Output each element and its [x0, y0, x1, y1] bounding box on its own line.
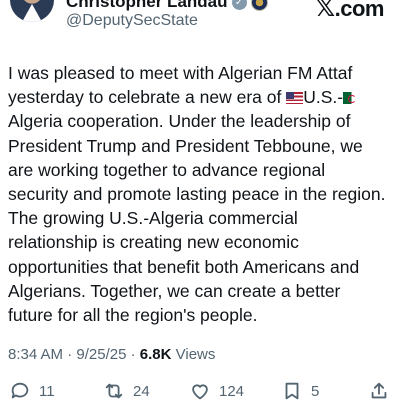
- repost-button[interactable]: 24: [103, 380, 150, 402]
- us-flag-icon: [286, 92, 304, 105]
- tweet-line: Algeria cooperation. Under the leadershi…: [8, 111, 351, 132]
- tweet-line: President Trump and President Tebboune, …: [8, 135, 363, 156]
- tweet-line: relationship is creating new economic: [8, 232, 299, 253]
- views-label: Views: [171, 346, 216, 363]
- tweet-text: I was pleased to meet with Algerian FM A…: [8, 61, 400, 327]
- like-count: 124: [219, 382, 245, 400]
- tweet-line: The growing U.S.-Algeria commercial: [8, 208, 298, 229]
- verified-check-icon: ✓: [231, 0, 247, 10]
- reply-icon: [11, 382, 29, 399]
- heart-icon: [192, 384, 208, 400]
- tweet-line: yesterday to celebrate a new era of U.S.…: [8, 85, 400, 109]
- reply-button[interactable]: 11: [9, 380, 55, 402]
- tweet-date[interactable]: 9/25/25: [76, 346, 126, 363]
- x-logo-domain: .com: [334, 0, 385, 21]
- x-logo-icon: 𝕏: [314, 0, 335, 22]
- bookmark-button[interactable]: 5: [281, 380, 319, 402]
- reply-count: 11: [39, 382, 55, 400]
- tweet-line: Algerians. Together, we can create a bet…: [8, 280, 341, 301]
- x-logo: 𝕏.com: [314, 0, 385, 22]
- tweet-time[interactable]: 8:34 AM: [8, 346, 63, 363]
- tweet-line: opportunities that benefit both American…: [8, 256, 360, 277]
- tweet-line: I was pleased to meet with Algerian FM A…: [8, 63, 353, 83]
- tweet-line: are working together to advance regional: [8, 159, 326, 180]
- share-button[interactable]: [368, 380, 390, 402]
- repost-icon: [105, 383, 123, 399]
- tweet-line: future for all the region's people.: [8, 305, 258, 326]
- author-handle[interactable]: @DeputySecState: [66, 12, 198, 30]
- government-seal-icon: [250, 0, 268, 11]
- views-count: 6.8K: [139, 346, 172, 363]
- tweet-line: security and promote lasting peace in th…: [8, 184, 386, 205]
- author-row: Christopher Landau ✓: [66, 0, 268, 11]
- tweet-meta: 8:34 AM · 9/25/25 · 6.8K Views: [8, 346, 216, 363]
- algeria-flag-icon: [343, 92, 361, 105]
- share-icon: [371, 382, 387, 399]
- bookmark-count: 5: [311, 382, 320, 400]
- bookmark-icon: [285, 382, 299, 400]
- action-bar: 11 24 124 5: [0, 380, 400, 404]
- repost-count: 24: [133, 382, 150, 400]
- like-button[interactable]: 124: [189, 380, 244, 402]
- avatar[interactable]: [10, 0, 54, 22]
- author-name[interactable]: Christopher Landau: [66, 0, 228, 12]
